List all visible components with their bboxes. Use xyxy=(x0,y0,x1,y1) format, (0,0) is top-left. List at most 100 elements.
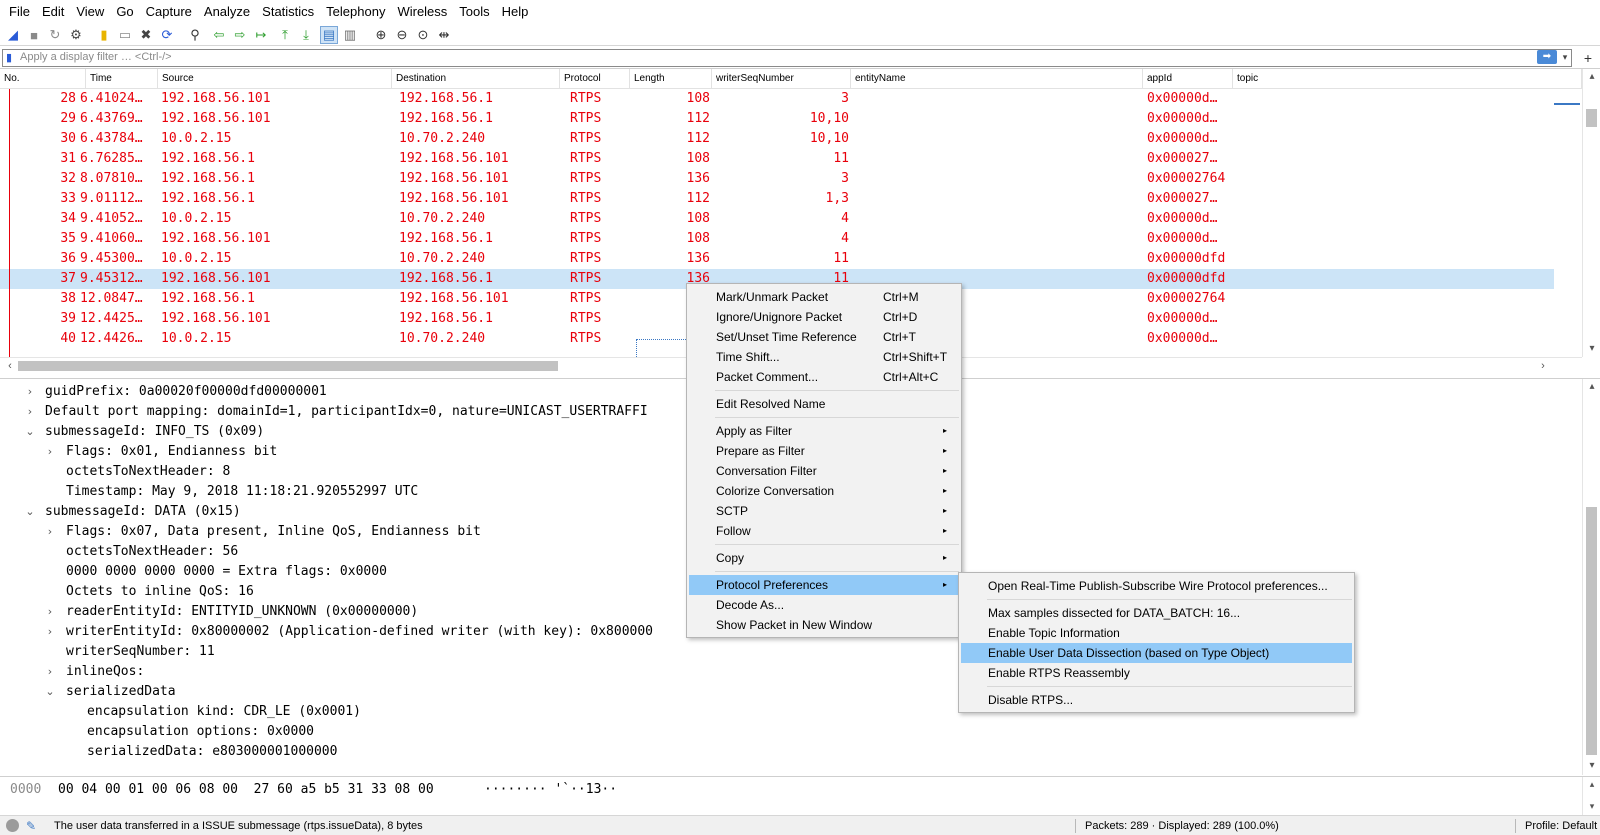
menu-item-time-shift[interactable]: Time Shift... Ctrl+Shift+T xyxy=(689,347,959,367)
capture-status-icon[interactable] xyxy=(6,819,19,832)
scroll-up-icon[interactable]: ▴ xyxy=(1583,69,1600,85)
expand-chevron-icon[interactable]: › xyxy=(24,382,36,402)
add-filter-button-icon[interactable]: + xyxy=(1580,49,1596,67)
menu-item-edit-resolved-name[interactable]: Edit Resolved Name xyxy=(689,394,959,414)
profile-indicator[interactable]: Profile: Default xyxy=(1525,816,1597,835)
expand-chevron-icon[interactable]: › xyxy=(44,602,56,622)
menu-view[interactable]: View xyxy=(70,0,110,24)
menu-item-enable-topic-information[interactable]: Enable Topic Information xyxy=(961,623,1352,643)
detail-tree-item[interactable]: guidPrefix: 0a00020f00000dfd00000001 xyxy=(45,382,327,402)
detail-tree-item[interactable]: submessageId: INFO_TS (0x09) xyxy=(45,422,264,442)
restart-capture-icon[interactable]: ↻ xyxy=(46,26,64,44)
menu-item-set-unset-time-reference[interactable]: Set/Unset Time Reference Ctrl+T xyxy=(689,327,959,347)
detail-tree-item[interactable]: octetsToNextHeader: 56 xyxy=(66,542,238,562)
menu-item-disable-rtps[interactable]: Disable RTPS... xyxy=(961,690,1352,710)
zoom-in-icon[interactable]: ⊕ xyxy=(372,26,390,44)
column-header-topic[interactable]: topic xyxy=(1233,69,1582,89)
auto-scroll-icon[interactable]: ▤ xyxy=(320,26,338,44)
scroll-thumb[interactable] xyxy=(1586,507,1597,755)
scroll-up-icon[interactable]: ▴ xyxy=(1583,379,1600,395)
menu-item-ignore-unignore-packet[interactable]: Ignore/Unignore Packet Ctrl+D xyxy=(689,307,959,327)
save-file-icon[interactable]: ▭ xyxy=(116,26,134,44)
packet-row[interactable]: 34 9.41052… 10.0.2.15 10.70.2.240 RTPS 108 4 0x… xyxy=(0,209,1554,229)
column-header-length[interactable]: Length xyxy=(630,69,712,89)
column-header-time[interactable]: Time xyxy=(86,69,158,89)
detail-tree-item[interactable]: submessageId: DATA (0x15) xyxy=(45,502,241,522)
menu-item-copy[interactable]: Copy ▸ xyxy=(689,548,959,568)
menu-file[interactable]: File xyxy=(3,0,36,24)
detail-tree-item[interactable]: encapsulation kind: CDR_LE (0x0001) xyxy=(87,702,361,722)
menu-item-protocol-preferences[interactable]: Protocol Preferences ▸ xyxy=(689,575,959,595)
packet-row[interactable]: 35 9.41060… 192.168.56.101 192.168.56.1 RTPS… xyxy=(0,229,1554,249)
expand-chevron-icon[interactable]: › xyxy=(24,402,36,422)
menu-telephony[interactable]: Telephony xyxy=(320,0,391,24)
zoom-out-icon[interactable]: ⊖ xyxy=(393,26,411,44)
packet-row[interactable]: 36 9.45300… 10.0.2.15 10.70.2.240 RTPS 136 11 0… xyxy=(0,249,1554,269)
detail-tree-item[interactable]: inlineQos: xyxy=(66,662,144,682)
reload-file-icon[interactable]: ⟳ xyxy=(158,26,176,44)
menu-item-colorize-conversation[interactable]: Colorize Conversation ▸ xyxy=(689,481,959,501)
menu-edit[interactable]: Edit xyxy=(36,0,70,24)
scroll-up-icon[interactable]: ▴ xyxy=(1583,777,1600,791)
packet-list-vertical-scrollbar[interactable]: ▴ ▾ xyxy=(1582,69,1600,357)
detail-tree-item[interactable]: writerEntityId: 0x80000002 (Application-… xyxy=(66,622,653,642)
go-last-icon[interactable]: ⤓ xyxy=(297,26,315,44)
menu-analyze[interactable]: Analyze xyxy=(198,0,256,24)
detail-tree-item[interactable]: Default port mapping: domainId=1, partic… xyxy=(45,402,648,422)
column-header-destination[interactable]: Destination xyxy=(392,69,560,89)
capture-options-icon[interactable]: ⚙ xyxy=(67,26,85,44)
colorize-icon[interactable]: ▥ xyxy=(341,26,359,44)
close-file-icon[interactable]: ✖ xyxy=(137,26,155,44)
menu-item-enable-user-data-dissection-based-on-type-object[interactable]: Enable User Data Dissection (based on Ty… xyxy=(961,643,1352,663)
bytes-vertical-scrollbar[interactable]: ▴ ▾ xyxy=(1582,777,1600,815)
go-back-icon[interactable]: ⇦ xyxy=(210,26,228,44)
menu-go[interactable]: Go xyxy=(110,0,139,24)
menu-wireless[interactable]: Wireless xyxy=(391,0,453,24)
column-header-writerseqnumber[interactable]: writerSeqNumber xyxy=(712,69,851,89)
column-header-protocol[interactable]: Protocol xyxy=(560,69,630,89)
packet-row[interactable]: 32 8.07810… 192.168.56.1 192.168.56.101 RTPS… xyxy=(0,169,1554,189)
go-first-icon[interactable]: ⤒ xyxy=(276,26,294,44)
detail-tree-item[interactable]: serializedData: e803000001000000 xyxy=(87,742,337,762)
menu-tools[interactable]: Tools xyxy=(453,0,495,24)
expand-chevron-icon[interactable]: › xyxy=(44,442,56,462)
filter-history-dropdown-icon[interactable]: ▾ xyxy=(1560,50,1570,64)
scroll-thumb[interactable] xyxy=(1586,109,1597,127)
collapse-chevron-icon[interactable]: ⌄ xyxy=(24,502,36,522)
detail-tree-item[interactable]: encapsulation options: 0x0000 xyxy=(87,722,314,742)
menu-item-apply-as-filter[interactable]: Apply as Filter ▸ xyxy=(689,421,959,441)
menu-item-decode-as[interactable]: Decode As... xyxy=(689,595,959,615)
bytes-hex[interactable]: 00 04 00 01 00 06 08 00 27 60 a5 b5 31 3… xyxy=(58,781,434,799)
zoom-normal-icon[interactable]: ⊙ xyxy=(414,26,432,44)
scroll-down-icon[interactable]: ▾ xyxy=(1583,758,1600,774)
packet-row[interactable]: 31 6.76285… 192.168.56.1 192.168.56.101 RTPS… xyxy=(0,149,1554,169)
detail-tree-item[interactable]: Flags: 0x07, Data present, Inline QoS, E… xyxy=(66,522,481,542)
menu-item-packet-comment[interactable]: Packet Comment... Ctrl+Alt+C xyxy=(689,367,959,387)
scroll-thumb[interactable] xyxy=(18,361,558,371)
scroll-down-icon[interactable]: ▾ xyxy=(1583,799,1600,813)
menu-capture[interactable]: Capture xyxy=(140,0,198,24)
menu-item-show-packet-in-new-window[interactable]: Show Packet in New Window xyxy=(689,615,959,635)
packet-row[interactable]: 33 9.01112… 192.168.56.1 192.168.56.101 RTPS… xyxy=(0,189,1554,209)
open-file-icon[interactable]: ▮ xyxy=(95,26,113,44)
menu-item-open-real-time-publish-subscribe-wire-protocol-preferences[interactable]: Open Real-Time Publish-Subscribe Wire Pr… xyxy=(961,576,1352,596)
column-header-entityname[interactable]: entityName xyxy=(851,69,1143,89)
go-to-packet-icon[interactable]: ↦ xyxy=(252,26,270,44)
bytes-ascii[interactable]: ········ '`··13·· xyxy=(484,781,617,799)
detail-tree-item[interactable]: Timestamp: May 9, 2018 11:18:21.92055299… xyxy=(66,482,418,502)
column-header-appid[interactable]: appId xyxy=(1143,69,1233,89)
scroll-down-icon[interactable]: ▾ xyxy=(1583,341,1600,357)
shark-fin-start-icon[interactable]: ◢ xyxy=(4,26,22,44)
details-vertical-scrollbar[interactable]: ▴ ▾ xyxy=(1582,379,1600,775)
bookmark-icon[interactable]: ▮ xyxy=(2,49,16,65)
detail-tree-item[interactable]: serializedData xyxy=(66,682,176,702)
menu-item-max-samples-dissected-for-data-batch-16[interactable]: Max samples dissected for DATA_BATCH: 16… xyxy=(961,603,1352,623)
detail-tree-item[interactable]: octetsToNextHeader: 8 xyxy=(66,462,230,482)
detail-tree-item[interactable]: Flags: 0x01, Endianness bit xyxy=(66,442,277,462)
menu-item-enable-rtps-reassembly[interactable]: Enable RTPS Reassembly xyxy=(961,663,1352,683)
display-filter-input[interactable] xyxy=(2,49,1572,67)
menu-statistics[interactable]: Statistics xyxy=(256,0,320,24)
packet-row[interactable]: 28 6.41024… 192.168.56.101 192.168.56.1 RTPS… xyxy=(0,89,1554,109)
collapse-chevron-icon[interactable]: ⌄ xyxy=(44,682,56,702)
menu-item-mark-unmark-packet[interactable]: Mark/Unmark Packet Ctrl+M xyxy=(689,287,959,307)
